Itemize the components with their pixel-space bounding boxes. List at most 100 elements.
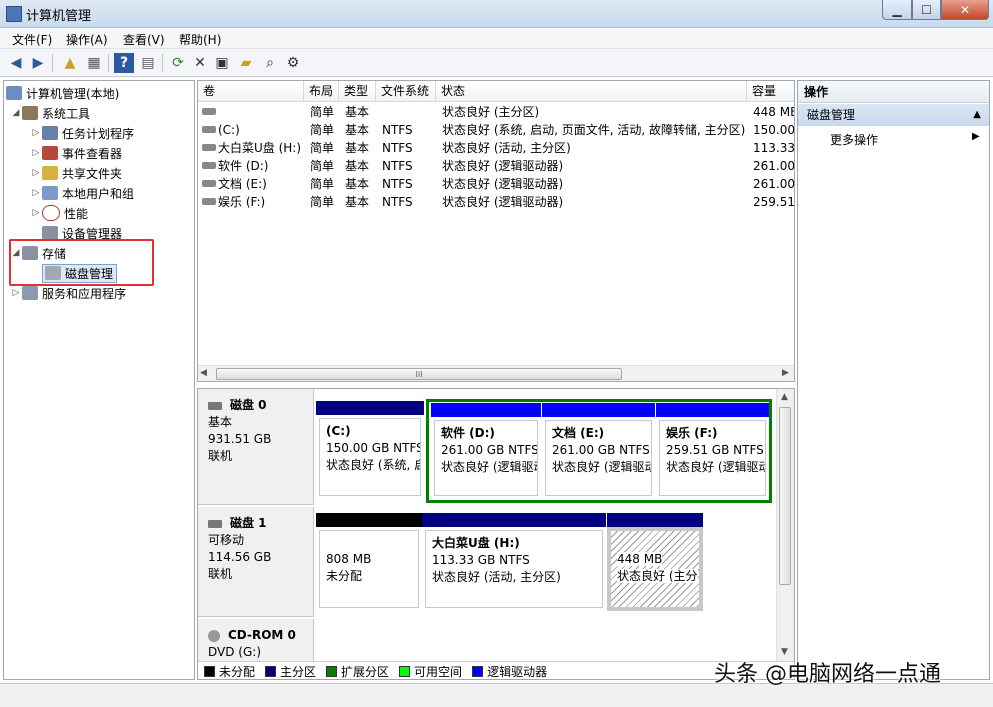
scroll-right-icon[interactable]: ▶ <box>782 368 789 378</box>
col-type[interactable]: 类型 <box>339 81 376 102</box>
disk0-state: 联机 <box>208 449 233 463</box>
logical-drive-bar <box>431 403 541 417</box>
maximize-button[interactable]: ☐ <box>912 0 941 20</box>
tree-local-users[interactable]: ▷ 本地用户和组 <box>4 183 194 203</box>
back-icon[interactable]: ◀ <box>6 53 26 73</box>
partition-size: 150.00 GB NTFS <box>326 441 421 455</box>
console-icon[interactable]: ▤ <box>138 53 158 73</box>
volume-icon <box>202 198 216 205</box>
partition-h[interactable]: 大白菜U盘 (H:) 113.33 GB NTFS 状态良好 (活动, 主分区) <box>422 513 606 611</box>
tree-shared-folders[interactable]: ▷ 共享文件夹 <box>4 163 194 183</box>
disk0-label[interactable]: 磁盘 0 基本 931.51 GB 联机 <box>198 389 314 505</box>
computer-management-icon <box>6 6 22 22</box>
volume-cell-status: 状态良好 (主分区) <box>442 105 540 119</box>
maximize-icon: ☐ <box>921 2 932 17</box>
more-actions-link[interactable]: 更多操作 <box>830 131 878 148</box>
settings-icon[interactable]: ⚙ <box>283 53 303 73</box>
collapse-up-icon[interactable]: ▲ <box>973 104 981 126</box>
partition-status: 状态良好 (逻辑驱动 <box>666 460 766 474</box>
minimize-button[interactable]: ▁ <box>882 0 912 20</box>
partition-hidden[interactable]: 448 MB 状态良好 (主分 <box>607 513 703 611</box>
col-status[interactable]: 状态 <box>436 81 747 102</box>
expand-arrow-icon[interactable]: ▷ <box>30 168 42 178</box>
expand-arrow-icon[interactable]: ▷ <box>30 128 42 138</box>
collapse-arrow-icon[interactable]: ◢ <box>10 108 22 118</box>
tree-system-tools[interactable]: ◢ 系统工具 <box>4 103 194 123</box>
volume-row[interactable]: (C:) 简单 基本 NTFS 状态良好 (系统, 启动, 页面文件, 活动, 故障转储… <box>198 121 794 139</box>
open-icon[interactable]: ▰ <box>236 53 256 73</box>
volume-cell-cap: 113.33 <box>753 141 795 155</box>
disk-icon <box>208 519 222 528</box>
volume-row[interactable]: 娱乐 (F:) 简单 基本 NTFS 状态良好 (逻辑驱动器) 259.51 <box>198 193 794 211</box>
partition-d[interactable]: 软件 (D:) 261.00 GB NTFS 状态良好 (逻辑驱动 <box>431 403 541 499</box>
cdrom-label[interactable]: CD-ROM 0 DVD (G:) <box>198 619 314 661</box>
partition-f[interactable]: 娱乐 (F:) 259.51 GB NTFS 状态良好 (逻辑驱动 <box>656 403 769 499</box>
partition-name: 文档 (E:) <box>552 426 605 440</box>
close-button[interactable]: ✕ <box>941 0 989 20</box>
partition-f-body: 娱乐 (F:) 259.51 GB NTFS 状态良好 (逻辑驱动 <box>659 420 766 496</box>
scroll-left-icon[interactable]: ◀ <box>200 368 207 378</box>
tree-performance[interactable]: ▷ 性能 <box>4 203 194 223</box>
volume-row[interactable]: 大白菜U盘 (H:) 简单 基本 NTFS 状态良好 (活动, 主分区) 113.33 <box>198 139 795 157</box>
menu-file[interactable]: 文件(F) <box>12 31 52 48</box>
volume-cell-type: 基本 <box>345 195 370 209</box>
expand-arrow-icon[interactable]: ▷ <box>30 188 42 198</box>
volume-cell-type: 基本 <box>345 105 370 119</box>
navigation-tree: 计算机管理(本地) ◢ 系统工具 ▷ 任务计划程序 ▷ 事件查看器 ▷ 共享文件… <box>3 80 195 680</box>
col-volume[interactable]: 卷 <box>198 81 304 102</box>
cdrom-type: DVD (G:) <box>208 645 261 659</box>
volume-cell-fs: NTFS <box>382 159 413 173</box>
legend-swatch <box>399 666 411 677</box>
find-icon[interactable]: ⌕ <box>260 53 280 73</box>
actions-section-disk-management[interactable]: 磁盘管理 ▲ <box>798 104 989 126</box>
tree-root[interactable]: 计算机管理(本地) <box>4 83 194 103</box>
col-layout[interactable]: 布局 <box>304 81 339 102</box>
disk-icon <box>208 401 222 410</box>
up-icon[interactable]: ▲ <box>60 53 80 73</box>
col-filesystem[interactable]: 文件系统 <box>376 81 436 102</box>
disk1-label[interactable]: 磁盘 1 可移动 114.56 GB 联机 <box>198 507 314 617</box>
delete-icon[interactable]: ✕ <box>190 53 210 73</box>
partition-e[interactable]: 文档 (E:) 261.00 GB NTFS 状态良好 (逻辑驱动 <box>542 403 655 499</box>
volume-icon <box>202 180 216 187</box>
expand-arrow-icon[interactable]: ▷ <box>30 208 42 218</box>
volume-row[interactable]: 软件 (D:) 简单 基本 NTFS 状态良好 (逻辑驱动器) 261.00 <box>198 157 794 175</box>
partition-size: 261.00 GB NTFS <box>441 443 538 457</box>
primary-partition-bar <box>316 401 424 415</box>
help-icon[interactable]: ? <box>114 53 134 73</box>
volume-cell-layout: 简单 <box>310 177 335 191</box>
properties-icon[interactable]: ▣ <box>212 53 232 73</box>
menu-action[interactable]: 操作(A) <box>66 31 108 48</box>
expand-arrow-icon[interactable]: ▷ <box>30 148 42 158</box>
disk0-name: 磁盘 0 <box>230 398 267 412</box>
tree-event-viewer[interactable]: ▷ 事件查看器 <box>4 143 194 163</box>
horizontal-scrollbar[interactable]: ◀ III ▶ <box>198 365 794 381</box>
refresh-icon[interactable]: ⟳ <box>168 53 188 73</box>
volume-icon <box>202 144 216 151</box>
volume-row[interactable]: 简单 基本 状态良好 (主分区) 448 MB <box>198 103 794 121</box>
menu-help[interactable]: 帮助(H) <box>179 31 221 48</box>
tree-task-scheduler[interactable]: ▷ 任务计划程序 <box>4 123 194 143</box>
partition-status: 状态良好 (主分 <box>617 569 698 583</box>
volume-row[interactable]: 文档 (E:) 简单 基本 NTFS 状态良好 (逻辑驱动器) 261.00 <box>198 175 794 193</box>
partition-unallocated[interactable]: 808 MB 未分配 <box>316 513 422 611</box>
horizontal-scroll-thumb[interactable]: III <box>216 368 622 380</box>
forward-icon[interactable]: ▶ <box>28 53 48 73</box>
expand-arrow-icon[interactable]: ▷ <box>10 288 22 298</box>
col-capacity[interactable]: 容量 <box>747 81 794 102</box>
volume-cell-status: 状态良好 (逻辑驱动器) <box>442 195 564 209</box>
tools-icon <box>22 106 38 120</box>
disk1-state: 联机 <box>208 567 233 581</box>
scroll-up-icon[interactable]: ▲ <box>781 392 788 402</box>
volume-cell-status: 状态良好 (活动, 主分区) <box>442 141 571 155</box>
performance-icon <box>42 205 60 221</box>
show-hide-tree-icon[interactable]: ▦ <box>84 53 104 73</box>
partition-c[interactable]: (C:) 150.00 GB NTFS 状态良好 (系统, 启 <box>316 401 424 499</box>
vertical-scrollbar[interactable]: ▲ ▼ <box>776 389 794 661</box>
partition-e-body: 文档 (E:) 261.00 GB NTFS 状态良好 (逻辑驱动 <box>545 420 652 496</box>
legend-label: 逻辑驱动器 <box>487 665 548 679</box>
tree-services[interactable]: ▷ 服务和应用程序 <box>4 283 194 303</box>
partition-size: 113.33 GB NTFS <box>432 553 530 567</box>
menu-view[interactable]: 查看(V) <box>123 31 165 48</box>
vertical-scroll-thumb[interactable] <box>779 407 791 585</box>
